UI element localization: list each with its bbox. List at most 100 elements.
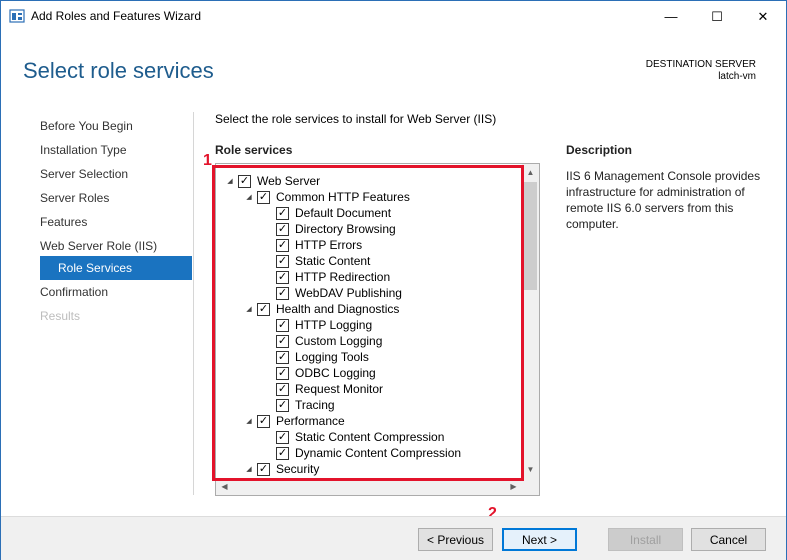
checkbox[interactable]: ✓ [276, 366, 289, 380]
tree-item-label: Directory Browsing [295, 222, 396, 236]
checkbox[interactable]: ✓ [276, 206, 289, 220]
nav-item-installation-type[interactable]: Installation Type [40, 138, 127, 162]
tree-row[interactable]: ◢ ✓ Security [244, 461, 319, 477]
nav-item-role-services[interactable]: Role Services [40, 256, 192, 280]
expand-arrow-icon[interactable]: ◢ [244, 189, 254, 205]
nav-item-features[interactable]: Features [40, 210, 87, 234]
maximize-button[interactable]: ☐ [694, 1, 740, 32]
checkbox[interactable]: ✓ [276, 270, 289, 284]
tree-row[interactable]: ✓ HTTP Errors [263, 237, 362, 253]
tree-row[interactable]: ✓ HTTP Logging [263, 317, 372, 333]
expand-arrow-icon[interactable]: ◢ [244, 301, 254, 317]
checkbox[interactable]: ✓ [257, 190, 270, 204]
window-title: Add Roles and Features Wizard [31, 9, 202, 23]
nav-divider [193, 112, 194, 495]
tree-row[interactable]: ◢ ✓ Common HTTP Features [244, 189, 410, 205]
tree-item-label: Tracing [295, 398, 335, 412]
destination-server-name: latch-vm [718, 71, 756, 82]
tree-row[interactable]: ✓ Logging Tools [263, 349, 369, 365]
checkbox[interactable]: ✓ [276, 254, 289, 268]
nav-item-before-you-begin[interactable]: Before You Begin [40, 114, 133, 138]
scrollbar-corner [522, 478, 539, 495]
checkbox[interactable]: ✓ [257, 462, 270, 476]
tree-row[interactable]: ✓ Custom Logging [263, 333, 382, 349]
checkbox[interactable]: ✓ [276, 398, 289, 412]
expand-arrow-icon[interactable]: ◢ [244, 461, 254, 477]
tree-item-label: Static Content Compression [295, 430, 445, 444]
minimize-button[interactable]: — [648, 1, 694, 32]
checkbox[interactable]: ✓ [276, 222, 289, 236]
nav-item-confirmation[interactable]: Confirmation [40, 280, 108, 304]
tree-row[interactable]: ✓ Static Content [263, 253, 370, 269]
tree-item-label: HTTP Logging [295, 318, 373, 332]
tree-row[interactable]: ✓ Dynamic Content Compression [263, 445, 461, 461]
tree-item-label: Static Content [295, 254, 371, 268]
tree-row[interactable]: ✓ Request Monitor [263, 381, 383, 397]
vertical-scrollbar[interactable]: ▲ ▼ [522, 164, 539, 478]
annotation-marker-1: 1 [203, 152, 212, 169]
tree-row[interactable]: ✓ Directory Browsing [263, 221, 396, 237]
install-button: Install [608, 528, 683, 551]
nav-item-server-roles[interactable]: Server Roles [40, 186, 109, 210]
role-services-tree[interactable]: ◢ ✓ Web Server ◢ ✓ Common HTTP Features ✓ Defau… [215, 163, 540, 496]
tree-item-label: WebDAV Publishing [295, 286, 402, 300]
tree-row[interactable]: ✓ ODBC Logging [263, 365, 376, 381]
tree-item-label: HTTP Errors [295, 238, 363, 252]
cancel-button[interactable]: Cancel [691, 528, 766, 551]
checkbox[interactable]: ✓ [276, 382, 289, 396]
horizontal-scrollbar[interactable]: ◀ ▶ [216, 478, 522, 495]
next-button[interactable]: Next > [502, 528, 577, 551]
tree-item-label: Logging Tools [295, 350, 369, 364]
expand-arrow-icon[interactable]: ◢ [225, 173, 235, 189]
nav-item-server-selection[interactable]: Server Selection [40, 162, 128, 186]
tree-row[interactable]: ◢ ✓ Web Server [225, 173, 320, 189]
instruction-text: Select the role services to install for … [215, 112, 497, 126]
tree-row[interactable]: ✓ HTTP Redirection [263, 269, 390, 285]
checkbox[interactable]: ✓ [276, 446, 289, 460]
destination-server-label: DESTINATION SERVER [645, 59, 756, 70]
checkbox[interactable]: ✓ [276, 286, 289, 300]
checkbox[interactable]: ✓ [276, 430, 289, 444]
tree-row[interactable]: ✓ Static Content Compression [263, 429, 444, 445]
previous-button[interactable]: < Previous [418, 528, 493, 551]
scroll-up-icon[interactable]: ▲ [522, 164, 539, 181]
maximize-icon: ☐ [711, 8, 723, 24]
tree-item-label: Performance [276, 414, 345, 428]
scroll-thumb[interactable] [524, 182, 537, 290]
role-services-heading: Role services [215, 143, 293, 157]
tree-item-label: ODBC Logging [295, 366, 376, 380]
checkbox[interactable]: ✓ [276, 238, 289, 252]
nav-item-web-server-role[interactable]: Web Server Role (IIS) [40, 234, 157, 258]
tree-item-label: Web Server [257, 174, 321, 188]
tree-item-label: Security [276, 462, 320, 476]
scroll-left-icon[interactable]: ◀ [216, 478, 233, 495]
tree-item-label: Dynamic Content Compression [295, 446, 462, 460]
checkbox[interactable]: ✓ [276, 318, 289, 332]
checkbox[interactable]: ✓ [276, 350, 289, 364]
tree-row[interactable]: ◢ ✓ Health and Diagnostics [244, 301, 399, 317]
close-button[interactable]: ✕ [740, 1, 786, 32]
tree-row[interactable]: ✓ WebDAV Publishing [263, 285, 402, 301]
checkbox[interactable]: ✓ [257, 302, 270, 316]
scroll-down-icon[interactable]: ▼ [522, 461, 539, 478]
tree-row[interactable]: ✓ Tracing [263, 397, 335, 413]
tree-row[interactable]: ◢ ✓ Performance [244, 413, 345, 429]
checkbox[interactable]: ✓ [276, 334, 289, 348]
tree-row[interactable]: ✓ Default Document [263, 205, 391, 221]
minimize-icon: — [664, 9, 678, 24]
tree-item-label: Health and Diagnostics [276, 302, 400, 316]
tree-item-label: Custom Logging [295, 334, 383, 348]
checkbox[interactable]: ✓ [257, 414, 270, 428]
expand-arrow-icon[interactable]: ◢ [244, 413, 254, 429]
scroll-right-icon[interactable]: ▶ [505, 478, 522, 495]
checkbox[interactable]: ✓ [238, 174, 251, 188]
tree-item-label: HTTP Redirection [295, 270, 391, 284]
